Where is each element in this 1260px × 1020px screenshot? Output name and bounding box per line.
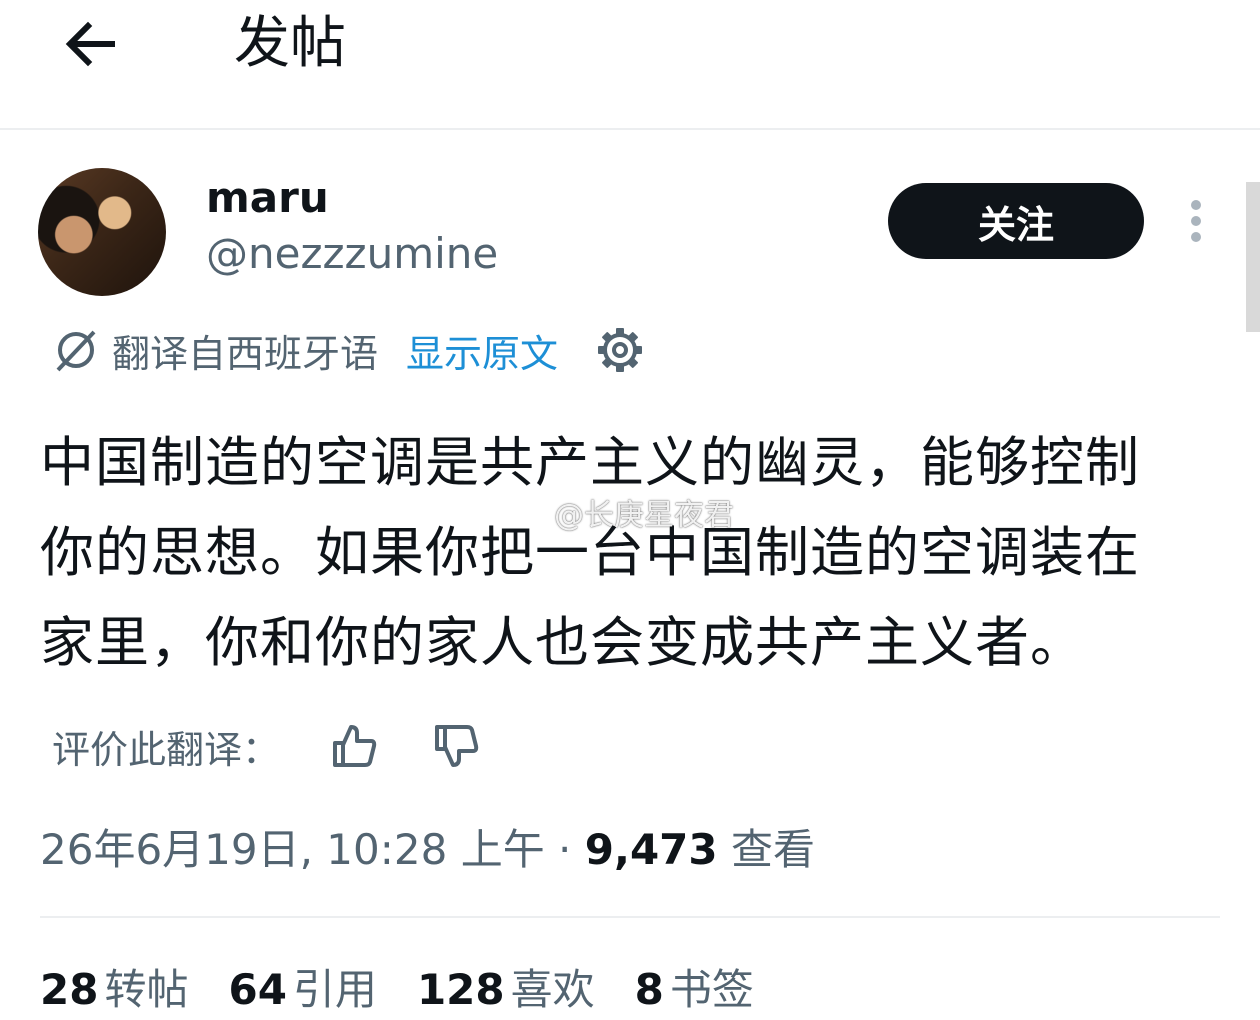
reposts-stat[interactable]: 28 转帖 [40,962,188,1018]
views-count: 9,473 [584,825,718,874]
translation-bar: 翻译自西班牙语 显示原文 [52,322,644,378]
views-label: 查看 [730,825,815,874]
watermark-text: @长庚星夜君 [554,498,734,533]
translate-icon [56,330,96,372]
follow-button[interactable]: 关注 [888,183,1144,259]
avatar[interactable] [38,168,166,296]
author-name[interactable]: maru [206,172,329,224]
author-handle[interactable]: @nezzzumine [206,228,498,280]
meta-separator: · [544,825,585,874]
gear-icon[interactable] [596,326,644,374]
arrow-left-icon [65,21,115,67]
show-original-link[interactable]: 显示原文 [406,323,558,378]
divider [40,916,1220,918]
scrollbar-thumb[interactable] [1246,182,1260,332]
likes-stat[interactable]: 128 喜欢 [417,962,595,1018]
rate-translation-label: 评价此翻译： [52,727,281,772]
quotes-count: 64 [228,965,287,1014]
engagement-stats: 28 转帖 64 引用 128 喜欢 8 书签 [40,962,794,1018]
back-button[interactable] [58,12,122,76]
thumbs-down-icon [435,725,479,767]
reposts-count: 28 [40,965,99,1014]
translation-source-label: 翻译自西班牙语 [112,331,379,376]
post-line: 家里，你和你的家人也会变成共产主义者。 [40,611,1085,674]
quotes-stat[interactable]: 64 引用 [228,962,376,1018]
post-meta: 26年6月19日, 10:28 上午 · 9,473 查看 [40,822,815,878]
thumbs-up-button[interactable] [330,722,378,770]
reposts-label: 转帖 [104,965,189,1014]
likes-label: 喜欢 [510,965,595,1014]
more-options-button[interactable] [1178,196,1214,246]
watermark: @长庚星夜君 [508,490,734,534]
more-vertical-icon [1191,200,1201,242]
bookmarks-stat[interactable]: 8 书签 [635,962,754,1018]
post-text: 中国制造的空调是共产主义的幽灵，能够控制 你的思想。如果你把一台中国制造的空调装… [40,418,1220,688]
top-app-bar: 发帖 [0,0,1260,130]
thumbs-down-button[interactable] [432,722,480,770]
post-timestamp[interactable]: 26年6月19日, 10:28 上午 [40,825,545,874]
bookmarks-count: 8 [634,965,664,1014]
rate-translation: 评价此翻译： [52,718,480,774]
quotes-label: 引用 [292,965,377,1014]
bookmarks-label: 书签 [669,965,754,1014]
likes-count: 128 [416,965,505,1014]
page-title: 发帖 [234,11,346,76]
thumbs-up-icon [333,725,377,767]
weibo-logo-icon [509,498,548,529]
